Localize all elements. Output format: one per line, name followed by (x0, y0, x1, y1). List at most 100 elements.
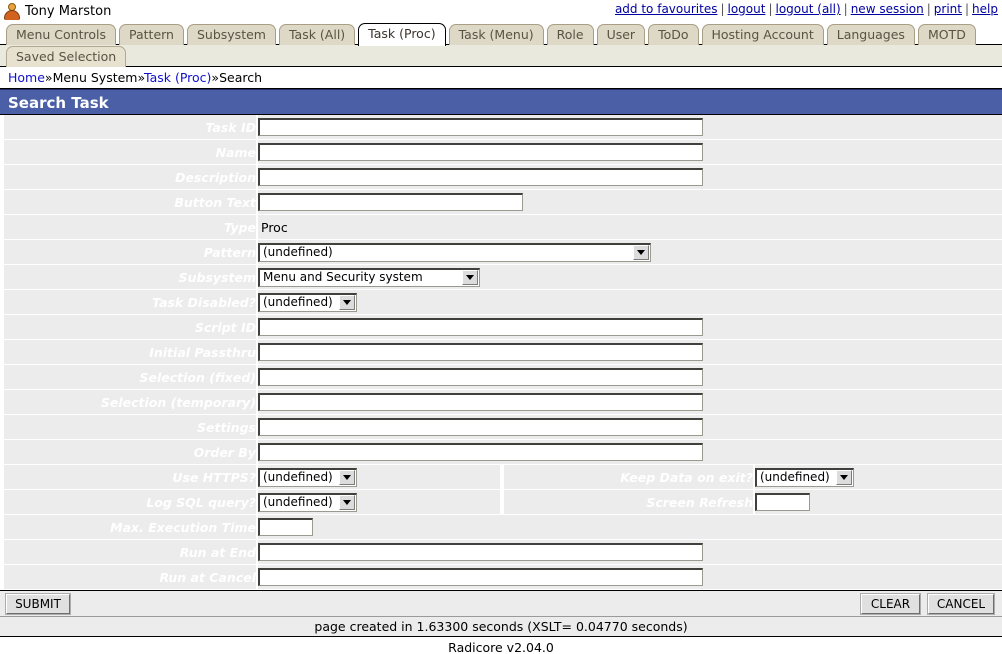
screen-refresh-input[interactable] (755, 493, 810, 511)
form-row: Run at Cancel (2, 565, 1002, 590)
field-cell-pattern: (undefined) (257, 240, 1002, 265)
link-print[interactable]: print (934, 2, 962, 16)
chevron-down-icon (633, 245, 649, 260)
task-id-input[interactable] (258, 118, 703, 136)
script-id-input[interactable] (258, 318, 703, 336)
max-execution-time-input[interactable] (258, 518, 313, 536)
breadcrumb-separator: » (45, 70, 53, 85)
form-row: Use HTTPS? (undefined) Keep Data on exit… (2, 465, 1002, 490)
breadcrumb: Home»Menu System»Task (Proc)»Search (0, 67, 1002, 89)
tab-menu-controls[interactable]: Menu Controls (6, 24, 116, 46)
field-label-task-id: Task ID (2, 115, 257, 140)
keep-data-on-exit-select[interactable]: (undefined) (755, 468, 854, 487)
run-at-cancel-input[interactable] (258, 568, 703, 586)
log-sql-query-select-value: (undefined) (263, 495, 339, 510)
field-label-selection-temporary: Selection (temporary) (2, 390, 257, 415)
form-row: Log SQL query? (undefined) Screen Refres… (2, 490, 1002, 515)
link-separator: | (924, 2, 934, 16)
page-timing-note: page created in 1.63300 seconds (XSLT= 0… (0, 617, 1002, 637)
field-label-run-at-end: Run at End (2, 540, 257, 565)
tab-subsystem[interactable]: Subsystem (187, 24, 276, 46)
run-at-end-input[interactable] (258, 543, 703, 561)
tab-todo[interactable]: ToDo (648, 24, 698, 46)
breadcrumb-item-search: Search (219, 70, 262, 85)
field-cell-settings (257, 415, 1002, 440)
field-label-order-by: Order By (2, 440, 257, 465)
field-cell-description (257, 165, 1002, 190)
cancel-button[interactable]: CANCEL (928, 594, 994, 614)
chevron-down-icon (339, 470, 355, 485)
form-row: Description (2, 165, 1002, 190)
current-user: Tony Marston (4, 0, 111, 22)
use-https-select[interactable]: (undefined) (258, 468, 357, 487)
tab-task-proc[interactable]: Task (Proc) (358, 23, 445, 46)
subsystem-select[interactable]: Menu and Security system (258, 268, 480, 287)
field-cell-task-disabled: (undefined) (257, 290, 1002, 315)
button-text-input[interactable] (258, 193, 523, 211)
description-input[interactable] (258, 168, 703, 186)
field-cell-log-sql-query: (undefined) (257, 490, 502, 515)
field-label-log-sql-query: Log SQL query? (2, 490, 257, 515)
field-label-screen-refresh: Screen Refresh (502, 490, 754, 515)
tab-user[interactable]: User (597, 24, 646, 46)
tab-pattern[interactable]: Pattern (119, 24, 184, 46)
task-disabled-select[interactable]: (undefined) (258, 293, 357, 312)
field-cell-use-https: (undefined) (257, 465, 502, 490)
initial-passthru-input[interactable] (258, 343, 703, 361)
field-label-settings: Settings (2, 415, 257, 440)
link-separator: | (765, 2, 775, 16)
user-avatar-icon (4, 3, 20, 20)
tab-task-menu[interactable]: Task (Menu) (449, 24, 544, 46)
link-logout-all[interactable]: logout (all) (776, 2, 841, 16)
log-sql-query-select[interactable]: (undefined) (258, 493, 357, 512)
tab-hosting-account[interactable]: Hosting Account (702, 24, 824, 46)
order-by-input[interactable] (258, 443, 703, 461)
form-row: Subsystem Menu and Security system (2, 265, 1002, 290)
field-label-initial-passthru: Initial Passthru (2, 340, 257, 365)
name-input[interactable] (258, 143, 703, 161)
link-separator: | (841, 2, 851, 16)
tab-task-all[interactable]: Task (All) (279, 24, 355, 46)
tab-motd[interactable]: MOTD (918, 24, 976, 46)
field-label-name: Name (2, 140, 257, 165)
link-help[interactable]: help (972, 2, 998, 16)
selection-temporary-input[interactable] (258, 393, 703, 411)
form-row: Selection (fixed) (2, 365, 1002, 390)
settings-input[interactable] (258, 418, 703, 436)
link-new-session[interactable]: new session (851, 2, 924, 16)
pattern-select[interactable]: (undefined) (258, 243, 651, 262)
tab-saved-selection[interactable]: Saved Selection (6, 46, 126, 67)
field-cell-script-id (257, 315, 1002, 340)
field-label-script-id: Script ID (2, 315, 257, 340)
form-row: Name (2, 140, 1002, 165)
form-row: Task ID (2, 115, 1002, 140)
form-row: Selection (temporary) (2, 390, 1002, 415)
field-cell-run-at-end (257, 540, 1002, 565)
form-row: Order By (2, 440, 1002, 465)
link-separator: | (717, 2, 727, 16)
clear-button[interactable]: CLEAR (861, 594, 920, 614)
chevron-down-icon (339, 295, 355, 310)
chevron-down-icon (836, 470, 852, 485)
link-separator: | (962, 2, 972, 16)
chevron-down-icon (462, 270, 478, 285)
field-label-button-text: Button Text (2, 190, 257, 215)
form-row: Max. Execution Time (2, 515, 1002, 540)
app-version-label: Radicore v2.04.0 (0, 637, 1002, 654)
link-add-to-favourites[interactable]: add to favourites (615, 2, 718, 16)
tab-role[interactable]: Role (547, 24, 594, 46)
submit-button[interactable]: SUBMIT (6, 594, 70, 614)
field-cell-order-by (257, 440, 1002, 465)
form-row: Script ID (2, 315, 1002, 340)
breadcrumb-item-home[interactable]: Home (8, 70, 45, 85)
selection-fixed-input[interactable] (258, 368, 703, 386)
link-logout[interactable]: logout (728, 2, 766, 16)
tab-languages[interactable]: Languages (827, 24, 915, 46)
form-button-bar: SUBMIT CLEAR CANCEL (0, 590, 1002, 617)
field-label-keep-data-on-exit: Keep Data on exit? (502, 465, 754, 490)
field-label-type: Type (2, 215, 257, 240)
breadcrumb-item-task-proc[interactable]: Task (Proc) (144, 70, 211, 85)
field-label-description: Description (2, 165, 257, 190)
secondary-tab-bar: Saved Selection (0, 45, 1002, 67)
field-cell-initial-passthru (257, 340, 1002, 365)
